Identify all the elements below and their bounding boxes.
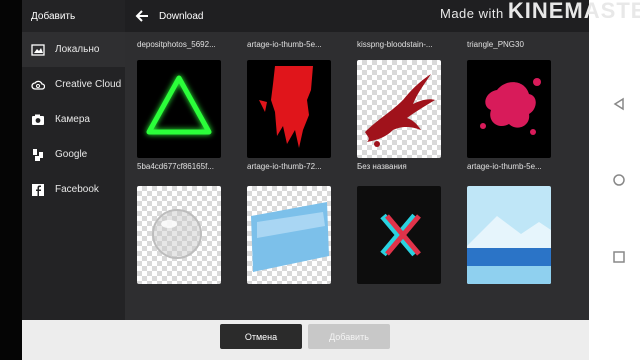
- watermark-brand: KINEMASTER: [507, 0, 640, 23]
- thumbnail-row: [137, 60, 577, 158]
- file-name: 5ba4cd677cf86165f...: [137, 162, 214, 171]
- sidebar-item-local[interactable]: Локально: [22, 32, 125, 67]
- camera-icon: [31, 113, 45, 127]
- thumbnail-winter-landscape[interactable]: [467, 186, 551, 284]
- sidebar-item-camera[interactable]: Камера: [22, 102, 125, 137]
- thumbnail-pink-splash[interactable]: [467, 60, 551, 158]
- thumbnail-green-triangle[interactable]: [137, 60, 221, 158]
- image-icon: [31, 43, 45, 57]
- sidebar: Добавить Локально Creative Cloud Камера …: [22, 0, 125, 320]
- file-browser: Download depositphotos_5692... artage-io…: [125, 0, 589, 320]
- thumbnail-blue-brush[interactable]: [247, 186, 331, 284]
- file-name: artage-io-thumb-5e...: [247, 40, 322, 49]
- file-name: artage-io-thumb-5e...: [467, 162, 542, 171]
- thumbnail-glitch-x[interactable]: [357, 186, 441, 284]
- sidebar-item-label: Creative Cloud: [55, 79, 122, 90]
- back-nav-icon[interactable]: [612, 97, 626, 111]
- home-nav-icon[interactable]: [612, 173, 626, 187]
- file-name: kisspng-bloodstain-...: [357, 40, 433, 49]
- folder-title: Download: [159, 10, 204, 22]
- back-arrow-icon[interactable]: [135, 9, 149, 23]
- thumbnail-red-paint[interactable]: [247, 60, 331, 158]
- file-name: depositphotos_5692...: [137, 40, 216, 49]
- thumbnail-grid: depositphotos_5692... artage-io-thumb-5e…: [137, 40, 577, 284]
- thumbnail-bubble[interactable]: [137, 186, 221, 284]
- sidebar-title: Добавить: [31, 10, 76, 22]
- file-name: artage-io-thumb-72...: [247, 162, 322, 171]
- sidebar-item-creative-cloud[interactable]: Creative Cloud: [22, 67, 125, 102]
- creative-cloud-icon: [31, 78, 45, 92]
- file-name: triangle_PNG30: [467, 40, 524, 49]
- sidebar-item-label: Google: [55, 149, 88, 160]
- dialog-footer: Отмена Добавить: [22, 320, 589, 360]
- add-button[interactable]: Добавить: [308, 324, 390, 349]
- file-name: Без названия: [357, 162, 407, 171]
- facebook-icon: [31, 183, 45, 197]
- sidebar-item-facebook[interactable]: Facebook: [22, 172, 125, 207]
- thumbnail-row: [137, 186, 577, 284]
- kinemaster-watermark: Made with KINEMASTER: [440, 0, 640, 24]
- sidebar-item-label: Камера: [55, 114, 90, 125]
- file-name-row: 5ba4cd677cf86165f... artage-io-thumb-72.…: [137, 162, 577, 178]
- file-name-row: depositphotos_5692... artage-io-thumb-5e…: [137, 40, 577, 56]
- cancel-button[interactable]: Отмена: [220, 324, 302, 349]
- sidebar-item-label: Локально: [55, 44, 100, 55]
- sidebar-item-label: Facebook: [55, 184, 99, 195]
- sidebar-item-google[interactable]: Google: [22, 137, 125, 172]
- thumbnail-bloodstain[interactable]: [357, 60, 441, 158]
- device-left-edge: [0, 0, 22, 360]
- add-media-dialog: Добавить Локально Creative Cloud Камера …: [22, 0, 589, 360]
- google-icon: [31, 148, 45, 162]
- recents-nav-icon[interactable]: [612, 250, 626, 264]
- watermark-prefix: Made with: [440, 6, 504, 21]
